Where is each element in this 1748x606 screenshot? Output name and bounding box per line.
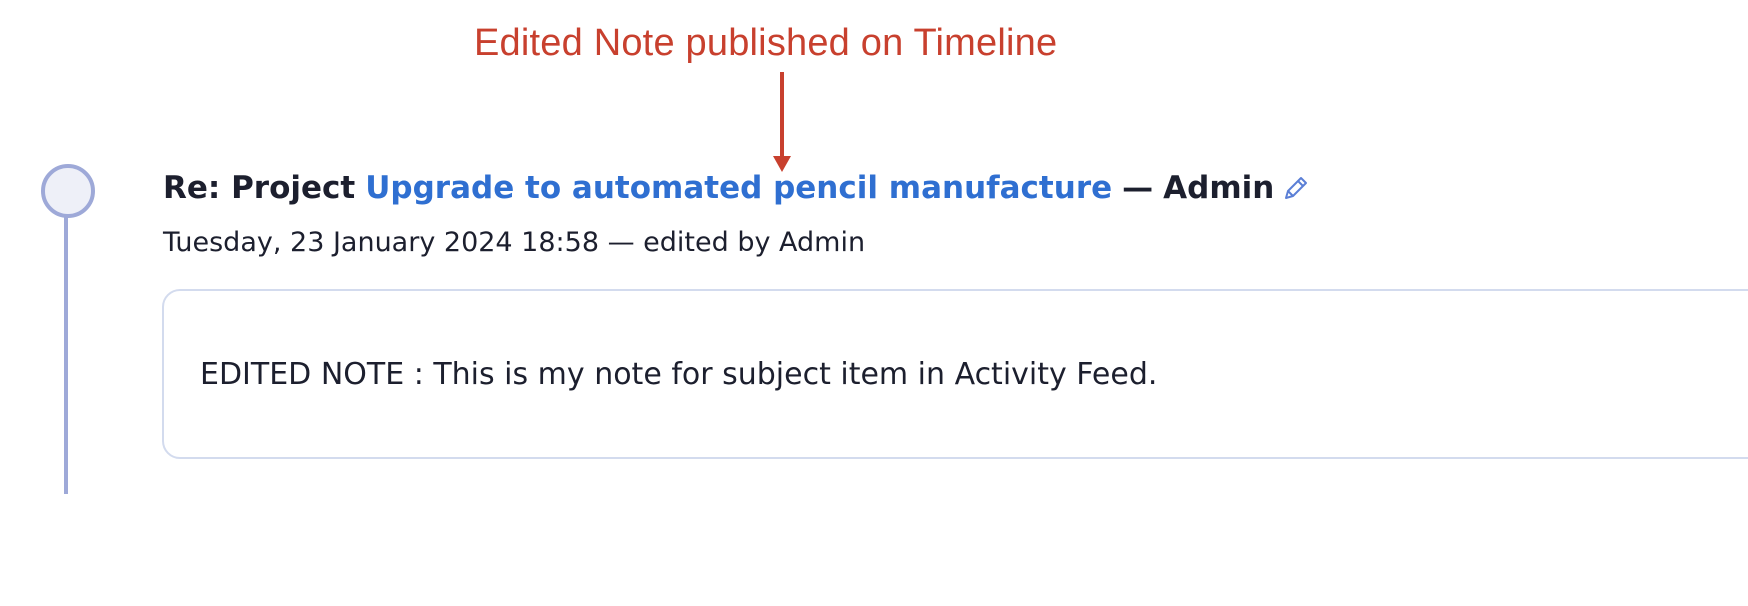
note-text: EDITED NOTE : This is my note for subjec… (200, 357, 1158, 392)
entry-timestamp: Tuesday, 23 January 2024 18:58 — edited … (163, 227, 866, 258)
annotation-arrow-icon (773, 72, 791, 172)
timeline-line (64, 212, 68, 494)
annotation-label: Edited Note published on Timeline (474, 22, 1058, 64)
timeline-entry-heading: Re: Project Upgrade to automated pencil … (163, 170, 1312, 206)
project-link[interactable]: Upgrade to automated pencil manufacture (365, 170, 1112, 206)
pencil-icon[interactable] (1280, 172, 1312, 204)
entry-separator: — (1122, 170, 1154, 206)
entry-prefix: Re: Project (163, 170, 356, 206)
note-card: EDITED NOTE : This is my note for subjec… (162, 289, 1748, 459)
timeline-node (41, 164, 95, 218)
entry-author: Admin (1163, 170, 1275, 206)
